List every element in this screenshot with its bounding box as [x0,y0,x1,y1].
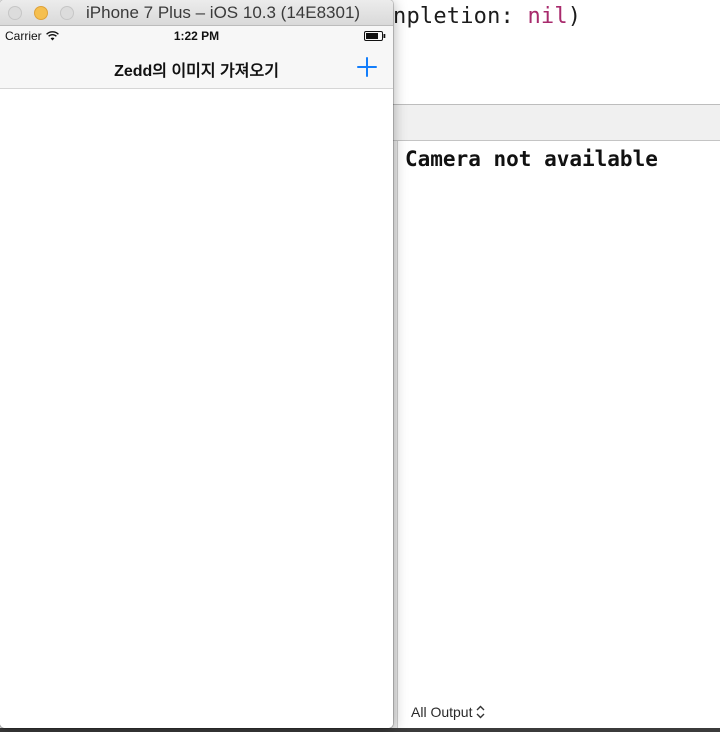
bottom-strip [0,728,720,732]
simulator-window[interactable]: iPhone 7 Plus – iOS 10.3 (14E8301) Carri… [0,0,393,728]
nav-title: Zedd의 이미지 가져오기 [114,63,279,80]
zoom-button[interactable] [60,6,74,20]
code-text-suffix: ) [567,4,582,29]
navigation-bar: Zedd의 이미지 가져오기 [0,46,393,89]
status-time: 1:22 PM [173,29,220,43]
code-line: npletion: nil) [393,4,581,29]
output-filter-label: All Output [411,704,473,720]
code-text: npletion: [393,4,528,29]
output-filter-popup[interactable]: All Output [411,704,485,720]
simulator-titlebar[interactable]: iPhone 7 Plus – iOS 10.3 (14E8301) [0,0,393,26]
plus-icon [357,57,377,77]
device-screen[interactable]: Carrier 1:22 PM Zedd의 이미지 가져오기 [0,26,393,728]
content-view[interactable] [0,89,393,728]
status-bar: Carrier 1:22 PM [0,26,393,46]
add-button[interactable] [355,55,379,79]
window-title: iPhone 7 Plus – iOS 10.3 (14E8301) [86,3,361,22]
close-button[interactable] [8,6,22,20]
updown-chevron-icon [476,705,485,719]
minimize-button[interactable] [34,6,48,20]
debug-console[interactable]: Camera not available All Output [397,141,720,732]
console-output: Camera not available [405,147,658,171]
battery-icon [364,31,386,41]
code-keyword: nil [527,4,568,29]
